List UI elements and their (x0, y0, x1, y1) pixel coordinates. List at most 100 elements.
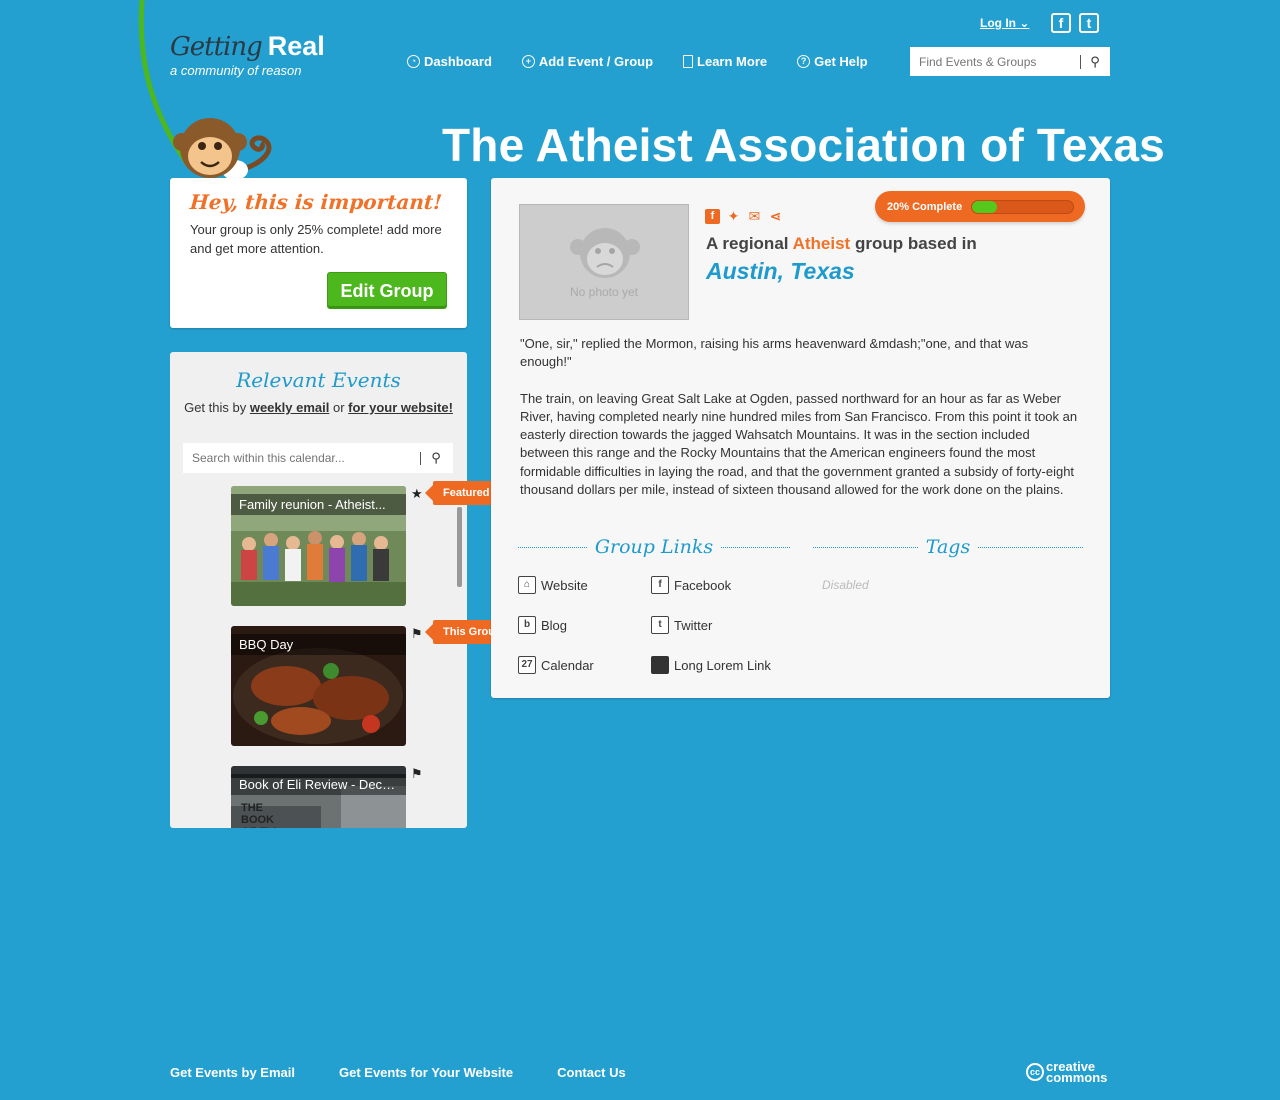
link-label: Facebook (674, 577, 732, 593)
calendar-search-input[interactable] (183, 451, 420, 465)
weekly-email-link[interactable]: weekly email (250, 400, 330, 415)
help-icon: ? (797, 55, 811, 68)
link-long-lorem[interactable]: Long Lorem Link (651, 656, 771, 674)
progress-label: 20% Complete (887, 200, 963, 213)
events-sub-mid: or (332, 400, 345, 415)
logo-real: Real (267, 31, 325, 61)
cc-icon: cc (1026, 1063, 1044, 1081)
event-card-bbq-day[interactable]: BBQ Day (231, 626, 406, 746)
calendar-search: ⚲ (183, 443, 453, 473)
events-sub-prefix: Get this by (184, 400, 247, 415)
footer-events-email-link[interactable]: Get Events by Email (170, 1065, 295, 1080)
sad-monkey-icon (570, 228, 640, 278)
group-category[interactable]: Atheist (793, 234, 851, 253)
link-label: Long Lorem Link (674, 657, 771, 673)
twitter-icon[interactable]: t (1079, 13, 1099, 33)
photo-caption: No photo yet (569, 285, 639, 299)
star-icon[interactable]: ★ (411, 486, 423, 502)
regional-prefix: A regional (706, 234, 789, 253)
tags-heading: Tags (813, 532, 1084, 562)
relevant-events-panel: Relevant Events Get this by weekly email… (170, 352, 467, 828)
progress-fill (972, 200, 998, 213)
twitter-icon[interactable]: ✦ (726, 209, 741, 224)
group-links-title: Group Links (594, 536, 714, 558)
description-paragraph: The train, on leaving Great Salt Lake at… (520, 390, 1078, 498)
share-icon[interactable]: ⋖ (768, 209, 783, 224)
link-blog[interactable]: b Blog (518, 616, 567, 634)
site-logo[interactable]: Getting Real a community of reason (170, 30, 325, 78)
link-icon (651, 656, 669, 674)
book-icon (683, 55, 694, 68)
nav-help-label: Get Help (814, 54, 868, 69)
event-card-book-of-eli[interactable]: Book of Eli Review - Dece... THE BOOK OF… (231, 766, 406, 828)
events-subscribe-text: Get this by weekly email or for your web… (170, 400, 467, 415)
regional-suffix: group based in (854, 234, 977, 253)
link-website[interactable]: ⌂ Website (518, 576, 588, 594)
group-detail-panel: No photo yet f ✦ ✉ ⋖ A regional Atheist … (491, 178, 1110, 698)
group-city[interactable]: Austin, Texas (706, 258, 855, 285)
event-title: Family reunion - Atheist... (231, 494, 406, 515)
link-label: Website (541, 577, 588, 593)
link-label: Calendar (541, 657, 594, 673)
link-calendar[interactable]: 27 Calendar (518, 656, 594, 674)
facebook-icon[interactable]: f (1051, 13, 1071, 33)
nav-dashboard[interactable]: ◔ Dashboard (407, 54, 492, 69)
flag-icon[interactable]: ⚑ (411, 626, 423, 642)
footer-links: Get Events by Email Get Events for Your … (170, 1065, 670, 1080)
blog-icon: b (518, 616, 536, 634)
home-icon: ⌂ (518, 576, 536, 594)
group-incomplete-notice: Hey, this is important! Your group is on… (170, 178, 467, 328)
description-paragraph: "One, sir," replied the Mormon, raising … (520, 336, 1029, 370)
flag-icon[interactable]: ⚑ (411, 766, 423, 782)
facebook-icon: f (651, 576, 669, 594)
footer-events-website-link[interactable]: Get Events for Your Website (339, 1065, 513, 1080)
logo-tagline: a community of reason (170, 63, 302, 78)
add-icon: + (521, 55, 535, 68)
share-icons: f ✦ ✉ ⋖ (705, 209, 783, 224)
main-nav: ◔ Dashboard + Add Event / Group Learn More… (407, 54, 898, 69)
event-image-text: THE BOOK OF ELI (241, 802, 276, 828)
event-card-family-reunion[interactable]: Family reunion - Atheist... (231, 486, 406, 606)
login-link[interactable]: Log In ⌄ (980, 16, 1029, 30)
link-facebook[interactable]: f Facebook (651, 576, 731, 594)
events-heading: Relevant Events (236, 368, 401, 392)
search-icon[interactable]: ⚲ (1081, 54, 1109, 70)
nav-add-label: Add Event / Group (538, 54, 654, 69)
for-your-website-link[interactable]: for your website! (348, 400, 453, 415)
group-links-heading: Group Links (518, 532, 790, 562)
calendar-icon: 27 (518, 656, 536, 674)
cc-words: creative commons (1046, 1060, 1108, 1085)
group-description: "One, sir," replied the Mormon, raising … (520, 335, 1082, 517)
site-search-input[interactable] (910, 54, 1080, 69)
nav-add-event-group[interactable]: + Add Event / Group (521, 54, 654, 69)
tags-disabled-text: Disabled (822, 578, 869, 592)
link-label: Twitter (674, 617, 713, 633)
nav-dashboard-label: Dashboard (424, 54, 492, 69)
event-title: Book of Eli Review - Dece... (231, 774, 406, 795)
group-photo-placeholder[interactable]: No photo yet (519, 204, 689, 320)
progress-bar (971, 199, 1075, 214)
edit-group-button[interactable]: Edit Group (327, 272, 447, 309)
cc-line2: commons (1046, 1070, 1108, 1085)
link-twitter[interactable]: t Twitter (651, 616, 712, 634)
nav-learn-label: Learn More (697, 54, 768, 69)
nav-get-help[interactable]: ? Get Help (797, 54, 868, 69)
twitter-icon: t (651, 616, 669, 634)
link-label: Blog (541, 617, 568, 633)
email-icon[interactable]: ✉ (747, 209, 762, 224)
notice-text: Your group is only 25% complete! add mor… (190, 222, 442, 256)
nav-learn-more[interactable]: Learn More (683, 54, 767, 69)
events-scrollbar[interactable] (457, 507, 462, 587)
facebook-icon[interactable]: f (705, 209, 720, 224)
footer-contact-link[interactable]: Contact Us (557, 1065, 626, 1080)
tags-title: Tags (925, 536, 971, 558)
logo-getting: Getting (170, 32, 263, 62)
creative-commons-logo[interactable]: cc creative commons (1026, 1060, 1108, 1085)
notice-heading: Hey, this is important! (189, 190, 443, 214)
search-icon[interactable]: ⚲ (421, 450, 451, 466)
site-search: ⚲ (910, 47, 1110, 76)
page-title: The Atheist Association of Texas (442, 119, 1165, 171)
dashboard-icon: ◔ (407, 55, 420, 68)
group-type-line: A regional Atheist group based in (706, 234, 977, 254)
completion-progress: 20% Complete (875, 191, 1085, 222)
